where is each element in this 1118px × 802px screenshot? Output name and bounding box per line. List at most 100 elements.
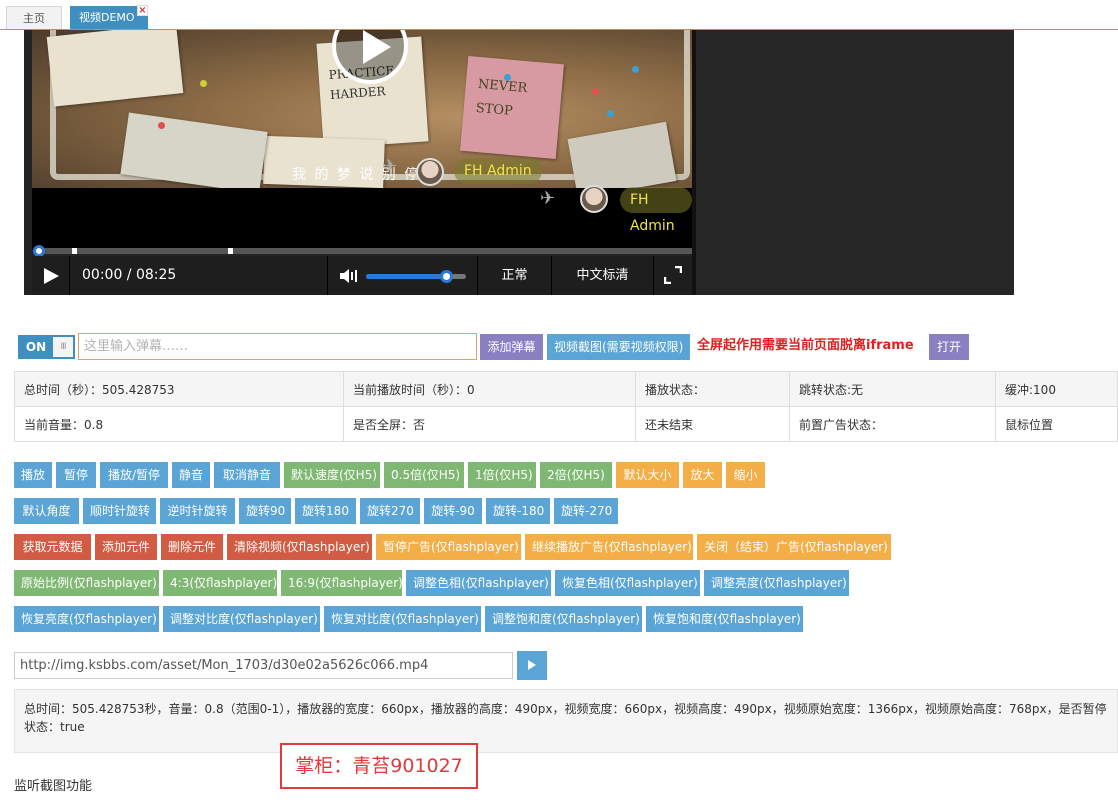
status-fullscreen: 是否全屏：否 <box>343 406 636 442</box>
reset-hue-button[interactable]: 恢复色相(仅flashplayer) <box>555 570 700 596</box>
play-pause-button[interactable]: 播放/暂停 <box>100 462 168 488</box>
danmu-toggle-label: ON <box>25 340 47 354</box>
video-pin <box>158 122 165 129</box>
progress-marker <box>72 248 77 254</box>
player-controls: 00:00 / 08:25 正常 中文标清 <box>32 256 692 295</box>
adjust-hue-button[interactable]: 调整色相(仅flashplayer) <box>406 570 551 596</box>
zoom-in-button[interactable]: 放大 <box>683 462 722 488</box>
danmu-item: FH Admin <box>620 187 692 234</box>
video-url-input[interactable] <box>14 652 513 679</box>
status-table: 总时间（秒）：505.428753 当前播放时间（秒）：0 播放状态： 跳转状态… <box>14 371 1118 442</box>
status-pre-ad: 前置广告状态： <box>789 406 996 442</box>
table-row: 总时间（秒）：505.428753 当前播放时间（秒）：0 播放状态： 跳转状态… <box>14 371 1118 407</box>
rotate-minus-90-button[interactable]: 旋转-90 <box>424 498 482 524</box>
get-metadata-button[interactable]: 获取元数据 <box>14 534 91 560</box>
rotate-minus-270-button[interactable]: 旋转-270 <box>554 498 618 524</box>
fullscreen-icon <box>663 265 683 285</box>
status-volume: 当前音量：0.8 <box>14 406 344 442</box>
reset-saturation-button[interactable]: 恢复饱和度(仅flashplayer) <box>646 606 803 632</box>
add-danmu-button[interactable]: 添加弹幕 <box>480 334 543 360</box>
status-ended: 还未结束 <box>635 406 790 442</box>
reset-contrast-button[interactable]: 恢复对比度(仅flashplayer) <box>324 606 481 632</box>
fullscreen-warning: 全屏起作用需要当前页面脱离iframe <box>697 338 914 353</box>
speed-1x-button[interactable]: 1倍(仅H5) <box>468 462 536 488</box>
status-total-time: 总时间（秒）：505.428753 <box>14 371 344 407</box>
progress-bar[interactable] <box>33 245 692 257</box>
tab-close-icon[interactable]: × <box>137 5 148 16</box>
video-pin <box>592 88 599 95</box>
adjust-saturation-button[interactable]: 调整饱和度(仅flashplayer) <box>485 606 642 632</box>
play-icon <box>363 30 391 64</box>
status-mouse-position: 鼠标位置 <box>995 406 1118 442</box>
remove-element-button[interactable]: 删除元件 <box>161 534 223 560</box>
danmu-toggle[interactable]: ON III <box>18 335 75 359</box>
default-angle-button[interactable]: 默认角度 <box>14 498 79 524</box>
zoom-out-button[interactable]: 缩小 <box>726 462 765 488</box>
danmu-item: FH Admin <box>454 158 542 184</box>
speed-2x-button[interactable]: 2倍(仅H5) <box>540 462 612 488</box>
adjust-brightness-button[interactable]: 调整亮度(仅flashplayer) <box>704 570 849 596</box>
progress-marker <box>228 248 233 254</box>
status-current-time: 当前播放时间（秒）：0 <box>343 371 636 407</box>
close-ad-button[interactable]: 关闭（结束）广告(仅flashplayer) <box>697 534 891 560</box>
tab-video-demo[interactable]: 视频DEMO × <box>70 5 148 29</box>
original-ratio-button[interactable]: 原始比例(仅flashplayer) <box>14 570 159 596</box>
clear-video-button[interactable]: 清除视频(仅flashplayer) <box>227 534 372 560</box>
default-speed-button[interactable]: 默认速度(仅H5) <box>284 462 380 488</box>
volume-handle[interactable] <box>440 270 453 283</box>
rotate-clockwise-button[interactable]: 顺时针旋转 <box>83 498 156 524</box>
video-player: PRACTICE HARDER NEVER STOP 我 的 梦 说 别 停 留… <box>24 30 1014 295</box>
pause-button[interactable]: 暂停 <box>56 462 96 488</box>
avatar <box>580 185 608 213</box>
play-icon <box>44 268 59 284</box>
video-note-never: NEVER STOP <box>460 55 564 160</box>
ratio-4-3-button[interactable]: 4:3(仅flashplayer) <box>163 570 277 596</box>
tab-bar: 主页 视频DEMO × <box>0 0 1118 30</box>
table-row: 当前音量：0.8 是否全屏：否 还未结束 前置广告状态： 鼠标位置 <box>14 406 1118 442</box>
fullscreen-button[interactable] <box>654 256 692 295</box>
grip-icon: III <box>53 337 73 357</box>
playback-rate-button[interactable]: 正常 <box>478 256 552 295</box>
rotate-270-button[interactable]: 旋转270 <box>360 498 420 524</box>
adjust-contrast-button[interactable]: 调整对比度(仅flashplayer) <box>163 606 320 632</box>
volume-icon[interactable] <box>340 268 358 284</box>
video-note <box>46 30 184 107</box>
status-seek-state: 跳转状态:无 <box>789 371 996 407</box>
rotate-minus-180-button[interactable]: 旋转-180 <box>486 498 550 524</box>
resume-ad-button[interactable]: 继续播放广告(仅flashplayer) <box>525 534 693 560</box>
volume-control[interactable] <box>328 256 478 295</box>
video-pin <box>632 66 639 73</box>
player-side-panel <box>692 30 1014 295</box>
tab-home[interactable]: 主页 <box>6 6 62 29</box>
volume-fill <box>366 274 446 279</box>
video-frame[interactable]: PRACTICE HARDER NEVER STOP 我 的 梦 说 别 停 留… <box>32 30 692 188</box>
video-pin <box>200 80 207 87</box>
video-info-text: 总时间：505.428753秒，音量：0.8（范围0-1），播放器的宽度：660… <box>24 702 1107 734</box>
video-pin <box>504 74 511 81</box>
danmu-input[interactable] <box>78 333 477 360</box>
video-screenshot-button[interactable]: 视频截图(需要视频权限) <box>547 334 690 360</box>
status-play-state: 播放状态： <box>635 371 790 407</box>
add-element-button[interactable]: 添加元件 <box>95 534 157 560</box>
video-pin <box>607 110 614 117</box>
rotate-counterclockwise-button[interactable]: 逆时针旋转 <box>160 498 235 524</box>
status-buffer: 缓冲:100 <box>995 371 1118 407</box>
default-size-button[interactable]: 默认大小 <box>616 462 679 488</box>
pause-ad-button[interactable]: 暂停广告(仅flashplayer) <box>376 534 521 560</box>
mute-button[interactable]: 静音 <box>172 462 210 488</box>
volume-slider[interactable] <box>366 270 466 283</box>
play-icon <box>528 660 536 670</box>
load-url-button[interactable] <box>517 651 547 680</box>
ratio-16-9-button[interactable]: 16:9(仅flashplayer) <box>281 570 403 596</box>
bird-icon: ✈ <box>382 156 398 177</box>
play-button[interactable] <box>32 256 70 295</box>
video-note-never-text: NEVER STOP <box>475 76 528 120</box>
play-button[interactable]: 播放 <box>14 462 52 488</box>
speed-half-button[interactable]: 0.5倍(仅H5) <box>384 462 464 488</box>
reset-brightness-button[interactable]: 恢复亮度(仅flashplayer) <box>14 606 159 632</box>
definition-button[interactable]: 中文标清 <box>552 256 654 295</box>
open-button[interactable]: 打开 <box>929 334 969 360</box>
rotate-90-button[interactable]: 旋转90 <box>239 498 291 524</box>
rotate-180-button[interactable]: 旋转180 <box>295 498 356 524</box>
unmute-button[interactable]: 取消静音 <box>214 462 280 488</box>
